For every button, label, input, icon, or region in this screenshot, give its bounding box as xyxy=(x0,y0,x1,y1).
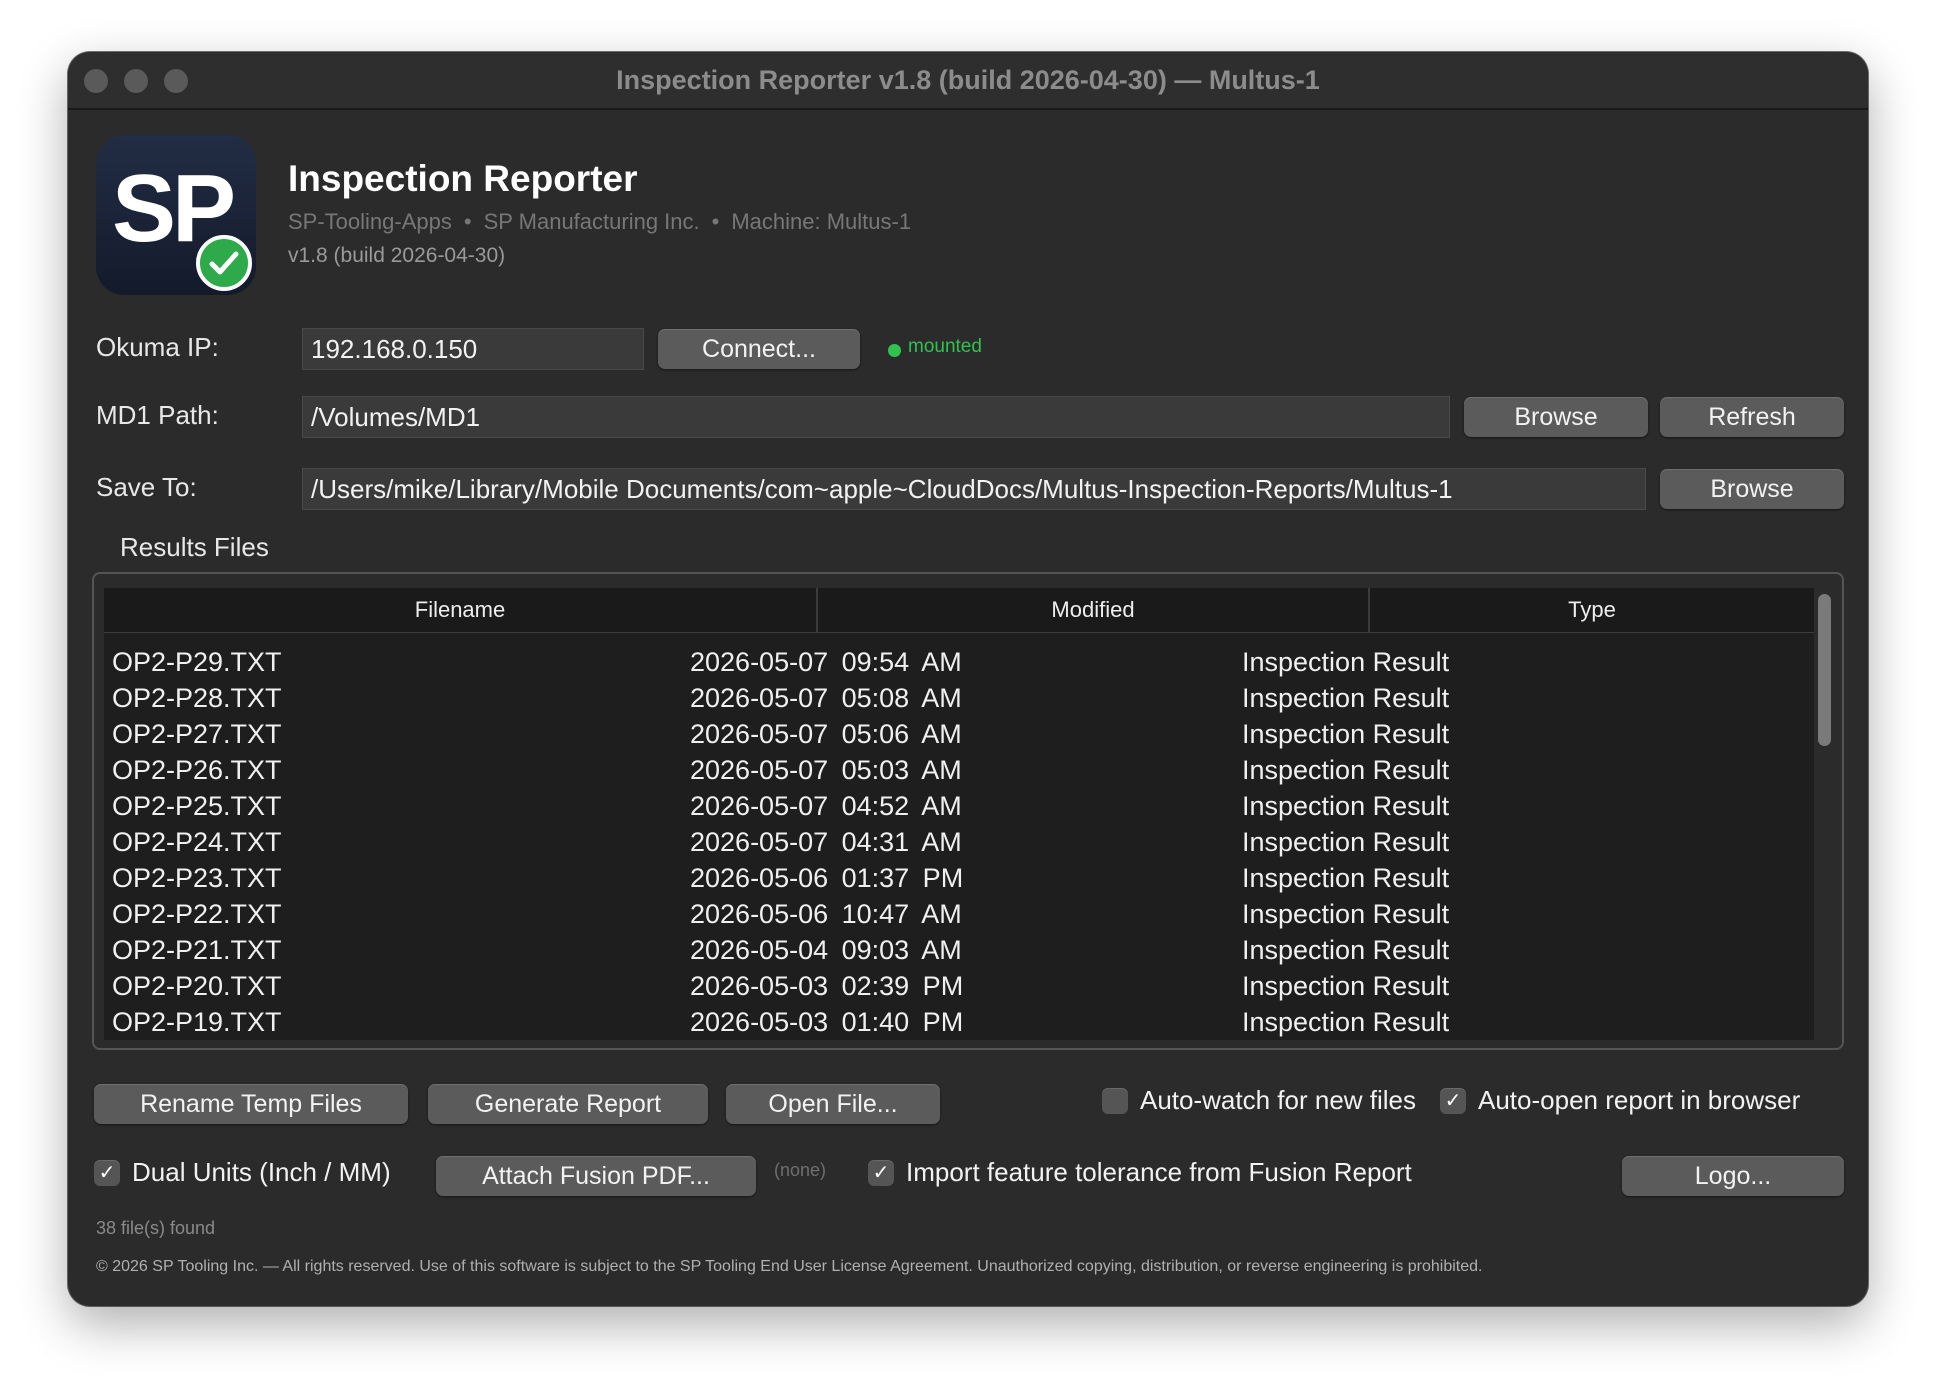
table-row[interactable]: OP2-P29.TXT 2026-05-07 09:54 AM Inspection… xyxy=(104,644,1814,680)
table-row[interactable]: OP2-P26.TXT 2026-05-07 05:03 AM Inspection… xyxy=(104,752,1814,788)
modified-cell: 2026-05-03 02:39 PM xyxy=(690,971,964,1001)
md1-browse-button[interactable]: Browse xyxy=(1464,397,1648,437)
machine-name: Machine: Multus-1 xyxy=(731,209,912,234)
generate-report-button[interactable]: Generate Report xyxy=(428,1084,708,1124)
filename-cell: OP2-P26.TXT xyxy=(112,755,282,785)
type-cell: Inspection Result xyxy=(1242,863,1450,893)
type-cell: Inspection Result xyxy=(1242,719,1450,749)
column-header-filename[interactable]: Filename xyxy=(104,588,818,632)
table-row[interactable]: OP2-P22.TXT 2026-05-06 10:47 AM Inspection… xyxy=(104,896,1814,932)
md1-path-label: MD1 Path: xyxy=(96,400,219,430)
attached-pdf-status: (none) xyxy=(774,1160,827,1180)
table-row[interactable]: OP2-P20.TXT 2026-05-03 02:39 PM Inspection… xyxy=(104,968,1814,1004)
filename-cell: OP2-P25.TXT xyxy=(112,791,282,821)
app-version: v1.8 (build 2026-04-30) xyxy=(288,244,506,267)
logo-button[interactable]: Logo... xyxy=(1622,1156,1844,1196)
table-row[interactable]: OP2-P19.TXT 2026-05-03 01:40 PM Inspection… xyxy=(104,1004,1814,1040)
results-files-title: Results Files xyxy=(120,532,269,562)
save-to-label: Save To: xyxy=(96,472,197,502)
modified-cell: 2026-05-03 01:40 PM xyxy=(690,1007,964,1037)
table-scrollbar[interactable] xyxy=(1816,588,1834,1040)
modified-cell: 2026-05-07 05:08 AM xyxy=(690,683,962,713)
filename-cell: OP2-P19.TXT xyxy=(112,1007,282,1037)
separator: • xyxy=(711,209,720,234)
checkmark-badge-icon xyxy=(196,235,252,291)
table-row[interactable]: OP2-P25.TXT 2026-05-07 04:52 AM Inspection… xyxy=(104,788,1814,824)
table-row[interactable]: OP2-P23.TXT 2026-05-06 01:37 PM Inspection… xyxy=(104,860,1814,896)
app-name: Inspection Reporter xyxy=(288,158,638,199)
scrollbar-thumb[interactable] xyxy=(1818,594,1831,746)
filename-cell: OP2-P27.TXT xyxy=(112,719,282,749)
modified-cell: 2026-05-07 05:06 AM xyxy=(690,719,962,749)
type-cell: Inspection Result xyxy=(1242,683,1450,713)
type-cell: Inspection Result xyxy=(1242,971,1450,1001)
results-table: Filename Modified Type OP2-P29.TXT 2026-0… xyxy=(104,588,1814,1040)
filename-cell: OP2-P21.TXT xyxy=(112,935,282,965)
separator: • xyxy=(463,209,472,234)
company-name: SP Manufacturing Inc. xyxy=(483,209,700,234)
auto-watch-checkbox[interactable] xyxy=(1102,1088,1128,1114)
filename-cell: OP2-P23.TXT xyxy=(112,863,282,893)
column-header-type[interactable]: Type xyxy=(1370,588,1814,632)
save-to-input[interactable]: /Users/mike/Library/Mobile Documents/com… xyxy=(302,468,1646,510)
app-subtitle: SP-Tooling-Apps • SP Manufacturing Inc. • Ma… xyxy=(288,209,911,235)
auto-open-label: Auto-open report in browser xyxy=(1478,1085,1801,1115)
filename-cell: OP2-P24.TXT xyxy=(112,827,282,857)
filename-cell: OP2-P22.TXT xyxy=(112,899,282,929)
type-cell: Inspection Result xyxy=(1242,647,1450,677)
table-header: Filename Modified Type xyxy=(104,588,1814,633)
auto-open-checkbox[interactable]: ✓ xyxy=(1440,1088,1466,1114)
window-title: Inspection Reporter v1.8 (build 2026-04-… xyxy=(616,65,1320,95)
type-cell: Inspection Result xyxy=(1242,827,1450,857)
modified-cell: 2026-05-06 01:37 PM xyxy=(690,863,964,893)
org-name: SP-Tooling-Apps xyxy=(288,209,452,234)
filename-cell: OP2-P29.TXT xyxy=(112,647,282,677)
column-header-modified[interactable]: Modified xyxy=(818,588,1370,632)
type-cell: Inspection Result xyxy=(1242,791,1450,821)
connect-button[interactable]: Connect... xyxy=(658,329,860,369)
filename-cell: OP2-P28.TXT xyxy=(112,683,282,713)
modified-cell: 2026-05-07 04:31 AM xyxy=(690,827,962,857)
mounted-status-icon xyxy=(888,344,901,357)
app-window: Inspection Reporter v1.8 (build 2026-04-… xyxy=(68,52,1868,1306)
type-cell: Inspection Result xyxy=(1242,899,1450,929)
modified-cell: 2026-05-04 09:03 AM xyxy=(690,935,962,965)
type-cell: Inspection Result xyxy=(1242,755,1450,785)
app-logo: SP xyxy=(96,135,256,295)
modified-cell: 2026-05-06 10:47 AM xyxy=(690,899,962,929)
copyright-notice: © 2026 SP Tooling Inc. — All rights rese… xyxy=(96,1258,1483,1275)
title-bar: Inspection Reporter v1.8 (build 2026-04-… xyxy=(68,52,1868,110)
auto-watch-label: Auto-watch for new files xyxy=(1140,1085,1417,1115)
table-row[interactable]: OP2-P27.TXT 2026-05-07 05:06 AM Inspection… xyxy=(104,716,1814,752)
file-count: 38 file(s) found xyxy=(96,1218,216,1238)
dual-units-label: Dual Units (Inch / MM) xyxy=(132,1157,391,1187)
import-tolerance-checkbox[interactable]: ✓ xyxy=(868,1160,894,1186)
open-file-button[interactable]: Open File... xyxy=(726,1084,940,1124)
rename-temp-files-button[interactable]: Rename Temp Files xyxy=(94,1084,408,1124)
md1-path-input[interactable]: /Volumes/MD1 xyxy=(302,396,1450,438)
table-row[interactable]: OP2-P24.TXT 2026-05-07 04:31 AM Inspection… xyxy=(104,824,1814,860)
dual-units-checkbox[interactable]: ✓ xyxy=(94,1160,120,1186)
type-cell: Inspection Result xyxy=(1242,935,1450,965)
results-table-frame: Filename Modified Type OP2-P29.TXT 2026-0… xyxy=(92,572,1844,1050)
attach-fusion-pdf-button[interactable]: Attach Fusion PDF... xyxy=(436,1156,756,1196)
modified-cell: 2026-05-07 05:03 AM xyxy=(690,755,962,785)
import-tolerance-label: Import feature tolerance from Fusion Rep… xyxy=(906,1157,1412,1187)
modified-cell: 2026-05-07 04:52 AM xyxy=(690,791,962,821)
table-body: OP2-P29.TXT 2026-05-07 09:54 AM Inspection… xyxy=(104,644,1814,1040)
table-row[interactable]: OP2-P28.TXT 2026-05-07 05:08 AM Inspection… xyxy=(104,680,1814,716)
filename-cell: OP2-P20.TXT xyxy=(112,971,282,1001)
table-row[interactable]: OP2-P21.TXT 2026-05-04 09:03 AM Inspection… xyxy=(104,932,1814,968)
okuma-ip-input[interactable]: 192.168.0.150 xyxy=(302,328,644,370)
mount-status: mounted xyxy=(908,336,982,357)
okuma-ip-label: Okuma IP: xyxy=(96,332,219,362)
type-cell: Inspection Result xyxy=(1242,1007,1450,1037)
save-to-browse-button[interactable]: Browse xyxy=(1660,469,1844,509)
modified-cell: 2026-05-07 09:54 AM xyxy=(690,647,962,677)
md1-refresh-button[interactable]: Refresh xyxy=(1660,397,1844,437)
